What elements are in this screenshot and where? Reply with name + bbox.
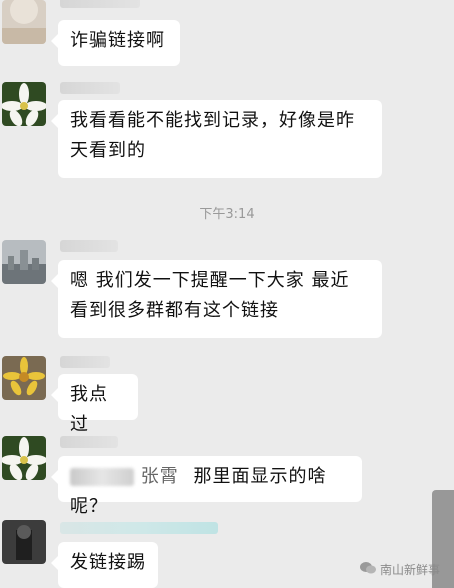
- avatar[interactable]: [2, 520, 46, 564]
- message-text-line: 看到很多群都有这个链接: [70, 300, 279, 321]
- message-bubble[interactable]: 张霄 那里面显示的啥呢？: [51, 456, 362, 517]
- timestamp: 下午3:14: [199, 207, 255, 222]
- sender-name: [60, 436, 118, 448]
- sender-name: [60, 240, 118, 252]
- message-text: 我点过: [70, 384, 108, 435]
- message-bubble[interactable]: 嗯 我们发一下提醒一下大家 最近 看到很多群都有这个链接: [51, 260, 382, 338]
- message-bubble[interactable]: 诈骗链接啊: [51, 20, 180, 66]
- message-bubble[interactable]: 发链接踢: [51, 542, 158, 588]
- message-text-line: 嗯 我们发一下提醒一下大家 最近: [70, 270, 350, 291]
- avatar[interactable]: [2, 0, 46, 44]
- redacted-mention: [70, 468, 134, 486]
- message-text-line: 我看看能不能找到记录，好像是昨: [70, 110, 355, 131]
- watermark: 南山新鲜事: [359, 561, 440, 578]
- sender-name: [60, 356, 110, 368]
- message-bubble[interactable]: 我看看能不能找到记录，好像是昨 天看到的: [51, 100, 382, 178]
- avatar[interactable]: [2, 82, 46, 126]
- message-text-line: 天看到的: [70, 140, 146, 161]
- avatar[interactable]: [2, 356, 46, 400]
- message-text: 诈骗链接啊: [70, 30, 165, 51]
- sender-name: [60, 0, 140, 8]
- avatar[interactable]: [2, 436, 46, 480]
- avatar[interactable]: [2, 240, 46, 284]
- mention-partial: 张霄: [140, 466, 179, 487]
- sender-name: [60, 522, 218, 534]
- message-text: 发链接踢: [70, 552, 146, 573]
- watermark-text: 南山新鲜事: [379, 563, 440, 577]
- wechat-logo-icon: [359, 561, 376, 578]
- sender-name: [60, 82, 120, 94]
- message-bubble[interactable]: 我点过: [51, 374, 138, 435]
